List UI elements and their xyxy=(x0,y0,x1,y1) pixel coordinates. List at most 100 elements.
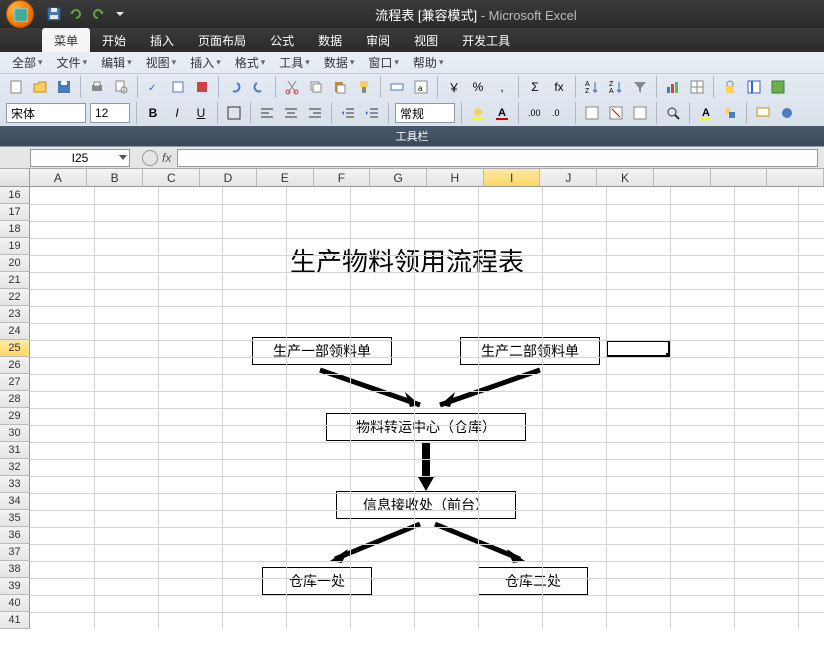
open-file-icon[interactable] xyxy=(30,77,50,97)
row-header-31[interactable]: 31 xyxy=(0,442,30,459)
cells-area[interactable]: 生产物料领用流程表 生产一部领料单 生产二部领料单 物料转运中心（仓库） 信息接… xyxy=(30,187,824,629)
tab-review[interactable]: 审阅 xyxy=(354,28,402,52)
col-header-K[interactable]: K xyxy=(597,169,654,187)
row-header-22[interactable]: 22 xyxy=(0,289,30,306)
comment-icon[interactable] xyxy=(753,103,773,123)
redo-icon[interactable] xyxy=(90,6,106,22)
fx-label[interactable]: fx xyxy=(162,151,171,165)
indent-dec-icon[interactable] xyxy=(338,103,358,123)
dec-decimal-icon[interactable]: .00 xyxy=(525,103,545,123)
row-header-37[interactable]: 37 xyxy=(0,544,30,561)
new-file-icon[interactable] xyxy=(6,77,26,97)
row-header-26[interactable]: 26 xyxy=(0,357,30,374)
spell-check-icon[interactable]: ✓ xyxy=(144,77,164,97)
row-header-40[interactable]: 40 xyxy=(0,595,30,612)
col-header-I[interactable]: I xyxy=(484,169,541,187)
menu-format[interactable]: 格式▾ xyxy=(229,52,272,73)
protect-icon[interactable] xyxy=(720,77,740,97)
align-left-icon[interactable] xyxy=(257,103,277,123)
row-header-25[interactable]: 25 xyxy=(0,340,30,357)
row-header-36[interactable]: 36 xyxy=(0,527,30,544)
shapes-icon[interactable] xyxy=(720,103,740,123)
menu-window[interactable]: 窗口▾ xyxy=(362,52,405,73)
row-header-20[interactable]: 20 xyxy=(0,255,30,272)
align-right-icon[interactable] xyxy=(305,103,325,123)
col-header-blank[interactable] xyxy=(711,169,768,187)
col-header-E[interactable]: E xyxy=(257,169,314,187)
tab-view[interactable]: 视图 xyxy=(402,28,450,52)
merge-icon[interactable] xyxy=(387,77,407,97)
italic-icon[interactable]: I xyxy=(167,103,187,123)
center-icon[interactable]: a xyxy=(411,77,431,97)
flow-box-wh1[interactable]: 仓库一处 xyxy=(262,567,372,595)
paste-icon[interactable] xyxy=(330,77,350,97)
col-header-G[interactable]: G xyxy=(370,169,427,187)
currency-icon[interactable]: ￥ xyxy=(444,77,464,97)
name-box[interactable]: I25 xyxy=(30,149,130,167)
tab-dev[interactable]: 开发工具 xyxy=(450,28,522,52)
col-header-D[interactable]: D xyxy=(200,169,257,187)
indent-inc-icon[interactable] xyxy=(362,103,382,123)
row-header-16[interactable]: 16 xyxy=(0,187,30,204)
row-header-30[interactable]: 30 xyxy=(0,425,30,442)
sum-icon[interactable]: Σ xyxy=(525,77,545,97)
menu-data[interactable]: 数据▾ xyxy=(318,52,361,73)
col-header-F[interactable]: F xyxy=(314,169,371,187)
flow-box-dept2[interactable]: 生产二部领料单 xyxy=(460,337,600,365)
menu-all[interactable]: 全部▾ xyxy=(6,52,49,73)
flow-box-dept1[interactable]: 生产一部领料单 xyxy=(252,337,392,365)
office-button[interactable] xyxy=(0,0,40,28)
highlight-icon[interactable]: A xyxy=(696,103,716,123)
pivot-icon[interactable] xyxy=(687,77,707,97)
menu-edit[interactable]: 编辑▾ xyxy=(95,52,138,73)
tab-data[interactable]: 数据 xyxy=(306,28,354,52)
freeze-icon[interactable] xyxy=(744,77,764,97)
row-header-27[interactable]: 27 xyxy=(0,374,30,391)
redo-ribbon-icon[interactable] xyxy=(249,77,269,97)
col-header-J[interactable]: J xyxy=(540,169,597,187)
menu-insert[interactable]: 插入▾ xyxy=(184,52,227,73)
col-header-H[interactable]: H xyxy=(427,169,484,187)
col-header-blank[interactable] xyxy=(767,169,824,187)
tab-home[interactable]: 开始 xyxy=(90,28,138,52)
row-header-34[interactable]: 34 xyxy=(0,493,30,510)
cut-icon[interactable] xyxy=(282,77,302,97)
tab-insert[interactable]: 插入 xyxy=(138,28,186,52)
row-header-18[interactable]: 18 xyxy=(0,221,30,238)
col-header-B[interactable]: B xyxy=(87,169,144,187)
select-all-button[interactable] xyxy=(0,169,30,187)
copy-icon[interactable] xyxy=(306,77,326,97)
print-preview-icon[interactable] xyxy=(111,77,131,97)
border-icon[interactable] xyxy=(224,103,244,123)
undo-icon[interactable] xyxy=(68,6,84,22)
row-header-29[interactable]: 29 xyxy=(0,408,30,425)
font-size-box[interactable]: 12 xyxy=(90,103,130,123)
row-header-23[interactable]: 23 xyxy=(0,306,30,323)
flow-box-reception[interactable]: 信息接收处（前台） xyxy=(336,491,516,519)
tab-layout[interactable]: 页面布局 xyxy=(186,28,258,52)
tab-formulas[interactable]: 公式 xyxy=(258,28,306,52)
spreadsheet-grid[interactable]: ABCDEFGHIJK 1617181920212223242526272829… xyxy=(0,169,824,629)
chart-icon[interactable] xyxy=(663,77,683,97)
thesaurus-icon[interactable] xyxy=(192,77,212,97)
row-header-21[interactable]: 21 xyxy=(0,272,30,289)
fx-button-circle[interactable] xyxy=(142,150,158,166)
print-icon[interactable] xyxy=(87,77,107,97)
bold-icon[interactable]: B xyxy=(143,103,163,123)
inc-decimal-icon[interactable]: .0 xyxy=(549,103,569,123)
format-cells-icon[interactable] xyxy=(630,103,650,123)
qat-dropdown-icon[interactable] xyxy=(112,6,128,22)
save-file-icon[interactable] xyxy=(54,77,74,97)
row-header-39[interactable]: 39 xyxy=(0,578,30,595)
col-header-A[interactable]: A xyxy=(30,169,87,187)
menu-tools[interactable]: 工具▾ xyxy=(273,52,316,73)
row-header-33[interactable]: 33 xyxy=(0,476,30,493)
col-header-C[interactable]: C xyxy=(143,169,200,187)
format-painter-icon[interactable] xyxy=(354,77,374,97)
menu-help[interactable]: 帮助▾ xyxy=(407,52,450,73)
undo-ribbon-icon[interactable] xyxy=(225,77,245,97)
align-center-icon[interactable] xyxy=(281,103,301,123)
font-name-box[interactable]: 宋体 xyxy=(6,103,86,123)
sort-asc-icon[interactable]: AZ xyxy=(582,77,602,97)
row-header-24[interactable]: 24 xyxy=(0,323,30,340)
